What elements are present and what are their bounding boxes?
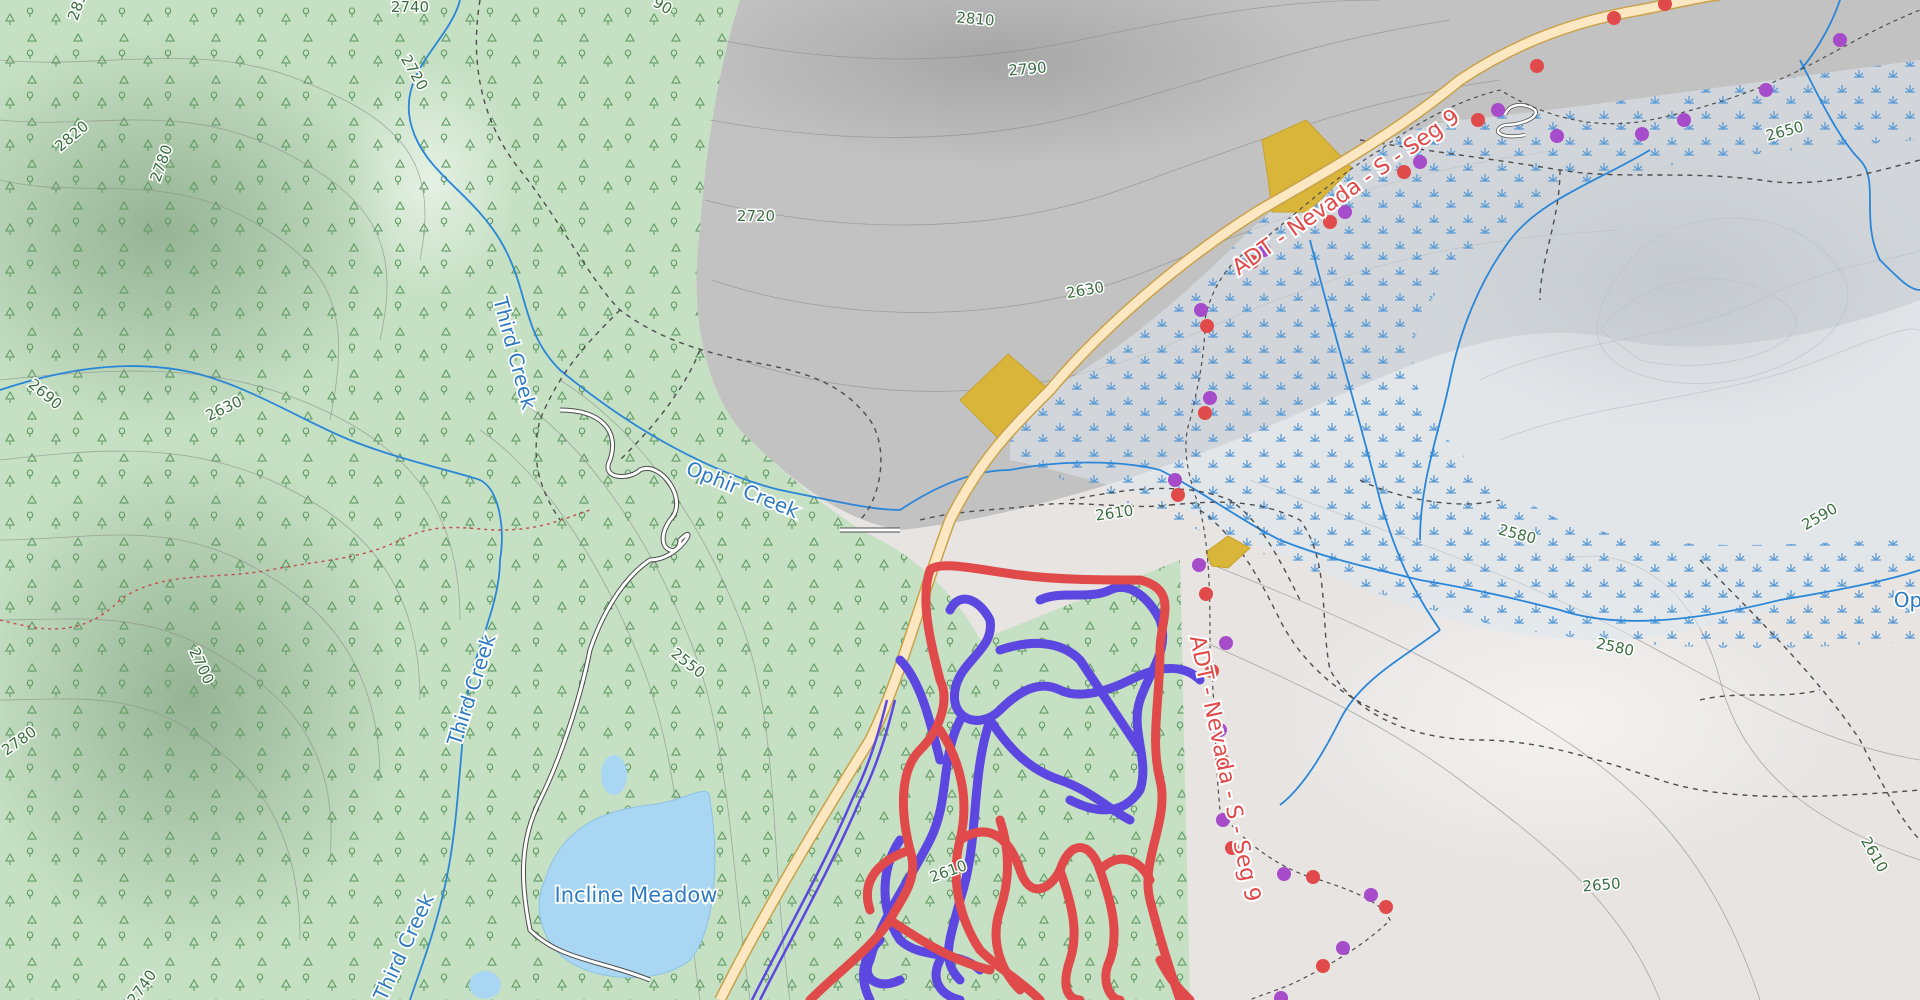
small-pond bbox=[601, 755, 627, 795]
contour-label: 2740 bbox=[391, 0, 429, 16]
ophir-creek-edge-label: Op bbox=[1894, 588, 1920, 612]
incline-meadow-label: Incline Meadow bbox=[555, 883, 718, 907]
contour-label: 2790 bbox=[1008, 58, 1048, 79]
contour-label: 2650 bbox=[1582, 874, 1622, 895]
small-pond bbox=[469, 971, 501, 999]
contour-label: 2810 bbox=[956, 8, 996, 29]
map-canvas[interactable]: 2810 2790 2740 2720 2820 2780 2720 2630 … bbox=[0, 0, 1920, 1000]
contour-label: 2720 bbox=[737, 207, 775, 225]
